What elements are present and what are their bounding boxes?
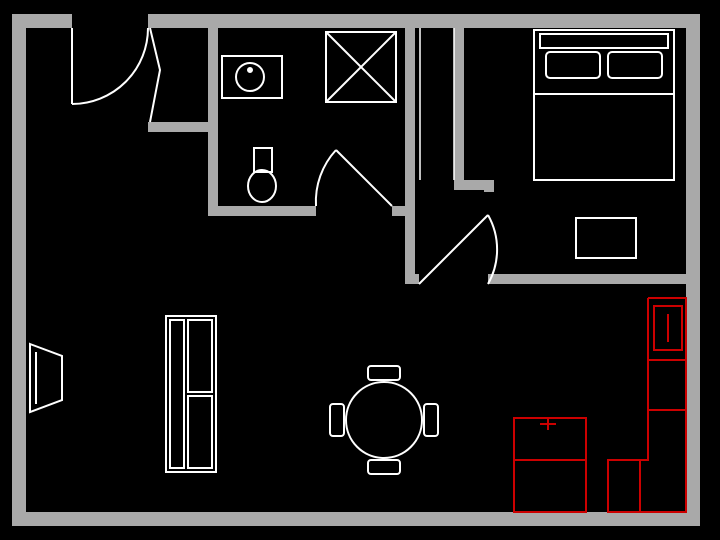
floor-plan: [0, 0, 720, 540]
